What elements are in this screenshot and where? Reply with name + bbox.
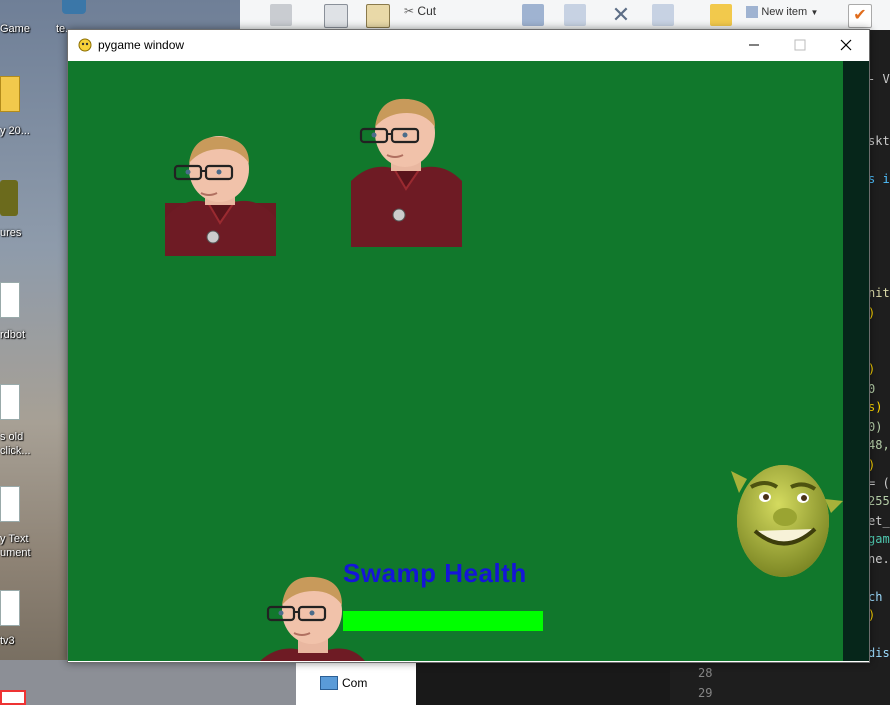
dropdown-arrow-icon: ▼ bbox=[810, 8, 819, 17]
maximize-button[interactable] bbox=[777, 30, 823, 60]
cut-label: Cut bbox=[417, 4, 437, 18]
shrek-image-icon bbox=[0, 180, 18, 216]
code-line: 48, bbox=[868, 438, 890, 452]
desktop-icon-text-document[interactable]: y Text ument bbox=[0, 486, 72, 562]
desktop-icon-label: y 20... bbox=[0, 125, 30, 137]
new-folder-icon[interactable] bbox=[710, 4, 732, 26]
copy-icon[interactable] bbox=[324, 4, 348, 28]
window-title: pygame window bbox=[98, 38, 185, 52]
pygame-window[interactable]: pygame window Swamp Health bbox=[67, 29, 870, 663]
code-line: et_m bbox=[868, 514, 890, 528]
code-line: - Vis bbox=[868, 72, 890, 86]
explorer-list: Com bbox=[296, 660, 417, 705]
desktop-icon-tv3[interactable]: tv3 bbox=[0, 590, 72, 650]
desktop-icon-rdbot[interactable]: rdbot bbox=[0, 282, 72, 342]
enemy-sprite bbox=[351, 91, 462, 247]
desktop-icon-label: y Text ument bbox=[0, 533, 31, 559]
code-line: skto bbox=[868, 134, 890, 148]
document-icon bbox=[0, 282, 20, 318]
window-titlebar[interactable]: pygame window bbox=[68, 30, 869, 60]
new-item-icon bbox=[746, 5, 758, 18]
minimize-icon bbox=[749, 44, 759, 46]
text-document-icon bbox=[0, 486, 20, 522]
swamp-health-label: Swamp Health bbox=[343, 558, 527, 588]
copy-to-icon[interactable] bbox=[564, 4, 586, 26]
move-to-icon[interactable] bbox=[522, 4, 544, 26]
desktop-icon-label: tv3 bbox=[0, 635, 15, 647]
computer-icon bbox=[320, 676, 338, 690]
code-line: game bbox=[868, 532, 890, 546]
swamp-health-bar bbox=[343, 611, 543, 631]
code-line: = ( bbox=[868, 476, 890, 490]
editor-panel-dark bbox=[416, 660, 670, 705]
python-file-icon bbox=[62, 0, 86, 14]
close-icon bbox=[840, 39, 852, 51]
delete-icon[interactable]: ✕ bbox=[610, 4, 632, 26]
desktop-icon-old-click[interactable]: s old click... bbox=[0, 384, 72, 460]
properties-check-icon[interactable]: ✔ bbox=[848, 4, 872, 28]
paste-icon[interactable] bbox=[366, 4, 390, 28]
pin-icon[interactable] bbox=[270, 4, 292, 26]
code-line: disp bbox=[868, 646, 890, 660]
code-line: s) bbox=[868, 400, 883, 414]
desktop-bottom-strip bbox=[0, 660, 296, 705]
desktop-icon-pictures[interactable]: ures bbox=[0, 180, 72, 240]
code-line: s i bbox=[868, 172, 890, 186]
pygame-snake-icon bbox=[77, 37, 93, 53]
desktop-file-icon[interactable] bbox=[0, 690, 26, 705]
code-line: 255, bbox=[868, 494, 890, 508]
code-line: ch bbox=[868, 590, 883, 604]
zip-folder-icon bbox=[0, 76, 20, 112]
swamp-health-bar-fill bbox=[343, 611, 543, 631]
desktop-icon-label: Game bbox=[0, 23, 30, 35]
close-button[interactable] bbox=[823, 30, 869, 60]
desktop-icon-label: s old click... bbox=[0, 431, 31, 457]
window-background-edge bbox=[843, 61, 869, 661]
minimize-button[interactable] bbox=[731, 30, 777, 60]
maximize-icon bbox=[794, 39, 806, 51]
line-number: 28 bbox=[698, 666, 713, 680]
explorer-ribbon: ✂ Cut ✕ New item ▼ ✔ pertie bbox=[240, 0, 890, 52]
new-item-label: New item bbox=[761, 6, 808, 18]
scissors-icon: ✂ bbox=[404, 4, 415, 18]
desktop-icon-label: rdbot bbox=[0, 329, 26, 341]
document-icon bbox=[0, 384, 20, 420]
enemy-sprite bbox=[165, 133, 276, 256]
game-canvas[interactable]: Swamp Health bbox=[68, 61, 843, 661]
rename-icon[interactable] bbox=[652, 4, 674, 26]
player-sprite bbox=[725, 459, 843, 579]
explorer-list-item[interactable]: Com bbox=[342, 676, 367, 690]
document-icon bbox=[0, 590, 20, 626]
code-editor-gutter: 28 29 bbox=[670, 660, 890, 705]
desktop-icon-label: ures bbox=[0, 227, 22, 239]
line-number: 29 bbox=[698, 686, 713, 700]
new-item-button[interactable]: New item ▼ bbox=[746, 4, 818, 26]
desktop-icon-zip[interactable]: y 20... bbox=[0, 76, 72, 137]
code-line: nit( bbox=[868, 286, 890, 300]
cut-button[interactable]: ✂ Cut bbox=[404, 4, 436, 26]
code-line: 0) bbox=[868, 420, 883, 434]
code-line: ne.s bbox=[868, 552, 890, 566]
